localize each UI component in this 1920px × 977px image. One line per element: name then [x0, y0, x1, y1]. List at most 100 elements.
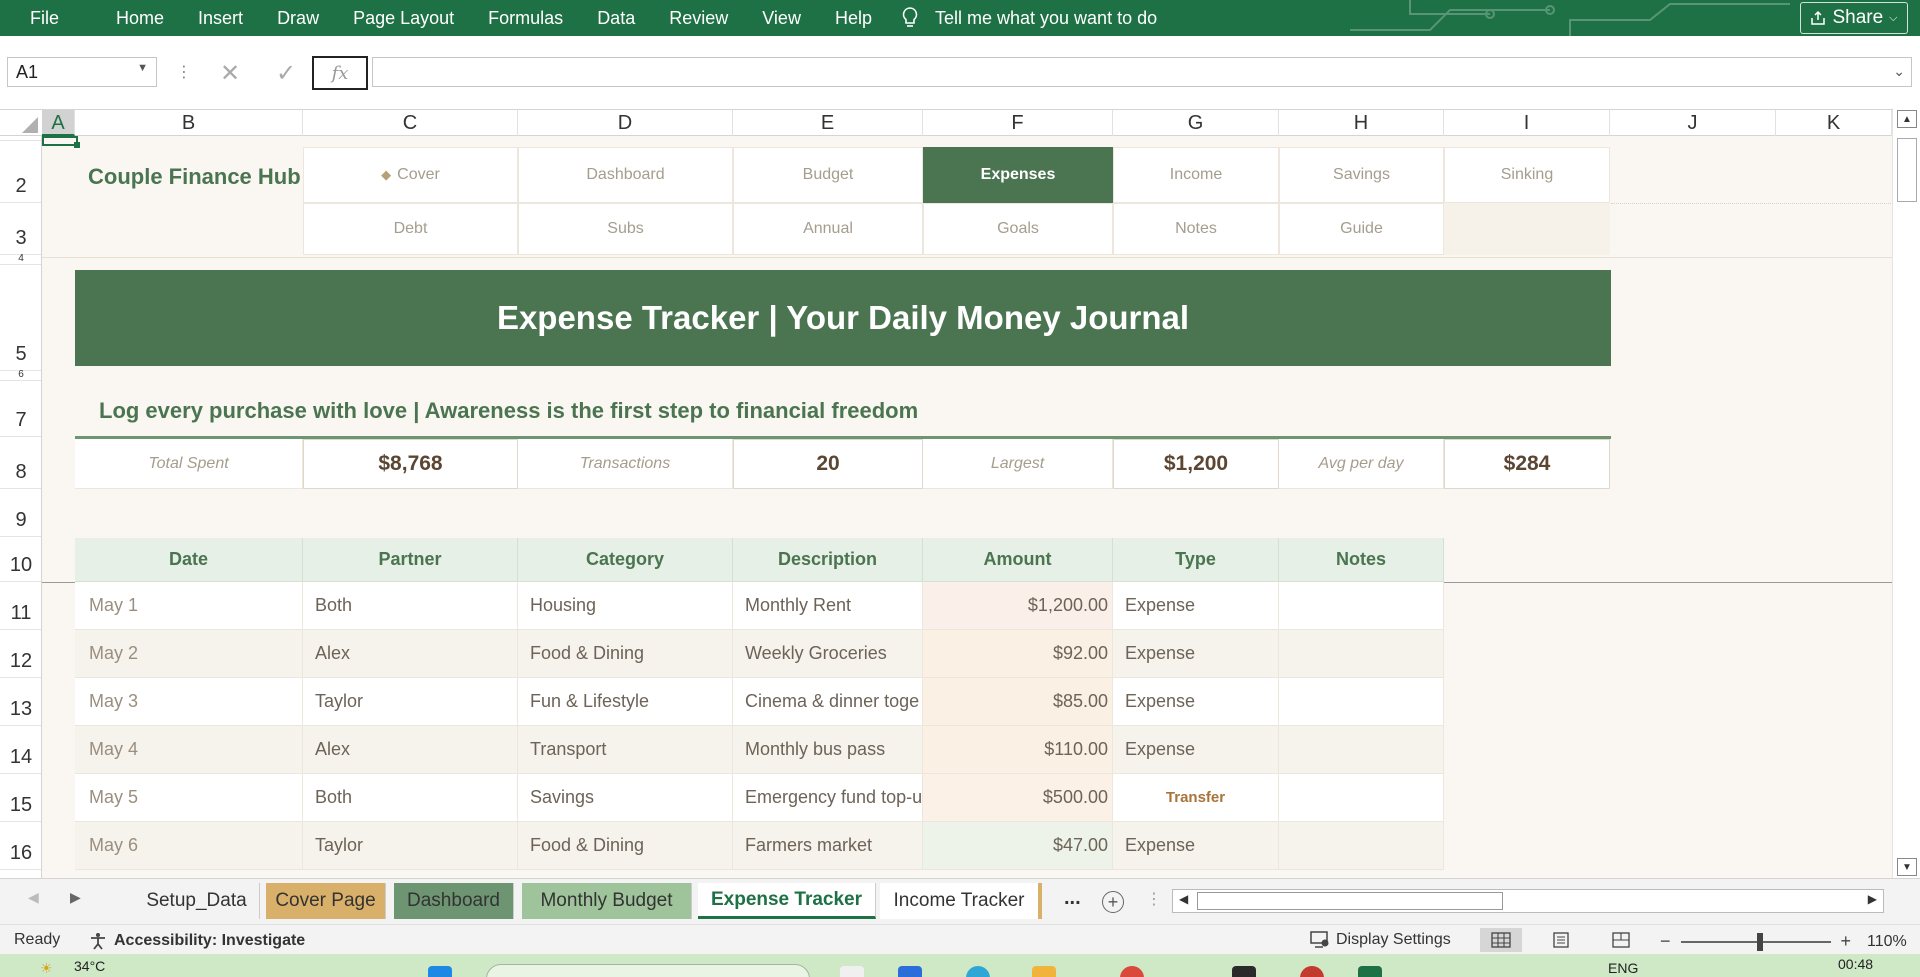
sheet-tab-income-tracker[interactable]: Income Tracker — [880, 883, 1042, 919]
table-cell-description[interactable]: Cinema & dinner toge — [733, 678, 923, 726]
column-header-i[interactable]: I — [1444, 110, 1610, 136]
page-layout-view-icon[interactable] — [1540, 928, 1582, 952]
menu-home[interactable]: Home — [99, 0, 181, 36]
menu-view[interactable]: View — [745, 0, 818, 36]
row-header-3[interactable]: 3 — [0, 203, 41, 255]
row-header-2[interactable]: 2 — [0, 141, 41, 203]
menu-help[interactable]: Help — [818, 0, 889, 36]
table-cell-date[interactable]: May 1 — [75, 582, 303, 630]
table-cell-amount[interactable]: $110.00 — [923, 726, 1113, 774]
formula-input[interactable]: ⌄ — [372, 57, 1912, 87]
excel-icon[interactable] — [1358, 966, 1382, 977]
display-settings-button[interactable]: Display Settings — [1310, 931, 1451, 949]
insert-function-button[interactable]: fx — [312, 56, 368, 90]
table-header-partner[interactable]: Partner — [303, 538, 518, 582]
task-view-icon[interactable] — [840, 966, 864, 977]
zoom-control[interactable]: − + 110% — [1660, 931, 1907, 952]
table-cell-type[interactable]: Expense — [1113, 726, 1279, 774]
table-cell-description[interactable]: Monthly Rent — [733, 582, 923, 630]
table-cell-notes[interactable] — [1279, 582, 1444, 630]
column-header-b[interactable]: B — [75, 110, 303, 136]
table-cell-partner[interactable]: Both — [303, 582, 518, 630]
menu-formulas[interactable]: Formulas — [471, 0, 580, 36]
vertical-scroll-thumb[interactable] — [1897, 138, 1917, 202]
table-cell-type[interactable]: Expense — [1113, 822, 1279, 870]
browser-icon[interactable] — [966, 966, 990, 977]
nav-budget[interactable]: Budget — [733, 147, 923, 203]
zoom-level[interactable]: 110% — [1867, 933, 1907, 951]
folder-icon[interactable] — [1032, 966, 1056, 977]
tab-scroll-right-icon[interactable]: ▶ — [70, 889, 81, 906]
table-cell-partner[interactable]: Both — [303, 774, 518, 822]
worksheet-grid[interactable]: Couple Finance Hub ◆ Cover Dashboard Budg… — [42, 136, 1892, 878]
more-sheets-button[interactable]: ... — [1064, 887, 1081, 910]
share-button[interactable]: Share ⌵ — [1800, 2, 1908, 34]
nav-expenses[interactable]: Expenses — [923, 147, 1113, 203]
row-header-10[interactable]: 10 — [0, 537, 41, 582]
column-header-j[interactable]: J — [1610, 110, 1776, 136]
page-break-view-icon[interactable] — [1600, 928, 1642, 952]
row-header-5[interactable]: 5 — [0, 265, 41, 371]
sheet-tab-dashboard[interactable]: Dashboard — [394, 883, 514, 919]
table-cell-date[interactable]: May 6 — [75, 822, 303, 870]
table-cell-partner[interactable]: Taylor — [303, 678, 518, 726]
row-header-14[interactable]: 14 — [0, 726, 41, 774]
active-cell-a1[interactable] — [42, 136, 80, 148]
column-header-f[interactable]: F — [923, 110, 1113, 136]
menu-draw[interactable]: Draw — [260, 0, 336, 36]
table-cell-amount[interactable]: $85.00 — [923, 678, 1113, 726]
nav-savings[interactable]: Savings — [1279, 147, 1444, 203]
tell-me-search[interactable]: Tell me what you want to do — [901, 6, 1157, 30]
expand-formula-icon[interactable]: ⌄ — [1893, 63, 1905, 80]
zoom-out-icon[interactable]: − — [1660, 931, 1671, 952]
input-language[interactable]: ENG — [1608, 960, 1638, 976]
column-header-d[interactable]: D — [518, 110, 733, 136]
nav-subs[interactable]: Subs — [518, 203, 733, 255]
table-cell-category[interactable]: Food & Dining — [518, 822, 733, 870]
sheet-tab-monthly-budget[interactable]: Monthly Budget — [522, 883, 692, 919]
column-header-g[interactable]: G — [1113, 110, 1279, 136]
table-cell-partner[interactable]: Taylor — [303, 822, 518, 870]
table-cell-date[interactable]: May 2 — [75, 630, 303, 678]
table-cell-amount[interactable]: $92.00 — [923, 630, 1113, 678]
menu-review[interactable]: Review — [652, 0, 745, 36]
zoom-in-icon[interactable]: + — [1841, 931, 1852, 952]
scroll-right-icon[interactable]: ▶ — [1868, 892, 1877, 906]
table-cell-partner[interactable]: Alex — [303, 726, 518, 774]
menu-insert[interactable]: Insert — [181, 0, 260, 36]
table-cell-description[interactable]: Emergency fund top-u — [733, 774, 923, 822]
select-all-corner[interactable] — [0, 110, 42, 136]
table-header-description[interactable]: Description — [733, 538, 923, 582]
table-cell-type[interactable]: Expense — [1113, 678, 1279, 726]
table-header-notes[interactable]: Notes — [1279, 538, 1444, 582]
nav-cover[interactable]: ◆ Cover — [303, 147, 518, 203]
add-sheet-icon[interactable]: + — [1102, 891, 1124, 913]
table-cell-category[interactable]: Savings — [518, 774, 733, 822]
row-header-6[interactable]: 6 — [0, 369, 41, 381]
name-box[interactable]: A1 ▼ — [7, 57, 157, 87]
table-cell-date[interactable]: May 5 — [75, 774, 303, 822]
start-icon[interactable] — [428, 966, 452, 977]
table-cell-category[interactable]: Food & Dining — [518, 630, 733, 678]
table-cell-date[interactable]: May 3 — [75, 678, 303, 726]
table-cell-category[interactable]: Fun & Lifestyle — [518, 678, 733, 726]
app-icon[interactable] — [1120, 966, 1144, 977]
vertical-dots-icon[interactable]: ⋮ — [1146, 889, 1162, 909]
row-header-4[interactable]: 4 — [0, 253, 41, 265]
table-header-amount[interactable]: Amount — [923, 538, 1113, 582]
app-icon[interactable] — [1232, 966, 1256, 977]
table-header-date[interactable]: Date — [75, 538, 303, 582]
menu-data[interactable]: Data — [580, 0, 652, 36]
table-cell-description[interactable]: Monthly bus pass — [733, 726, 923, 774]
row-header-9[interactable]: 9 — [0, 489, 41, 537]
taskbar-search[interactable] — [486, 964, 810, 977]
table-cell-type[interactable]: Expense — [1113, 630, 1279, 678]
table-cell-description[interactable]: Farmers market — [733, 822, 923, 870]
accessibility-status[interactable]: Accessibility: Investigate — [88, 931, 305, 951]
table-cell-partner[interactable]: Alex — [303, 630, 518, 678]
table-cell-notes[interactable] — [1279, 678, 1444, 726]
row-header-12[interactable]: 12 — [0, 630, 41, 678]
nav-annual[interactable]: Annual — [733, 203, 923, 255]
row-header-16[interactable]: 16 — [0, 822, 41, 870]
table-cell-amount[interactable]: $500.00 — [923, 774, 1113, 822]
